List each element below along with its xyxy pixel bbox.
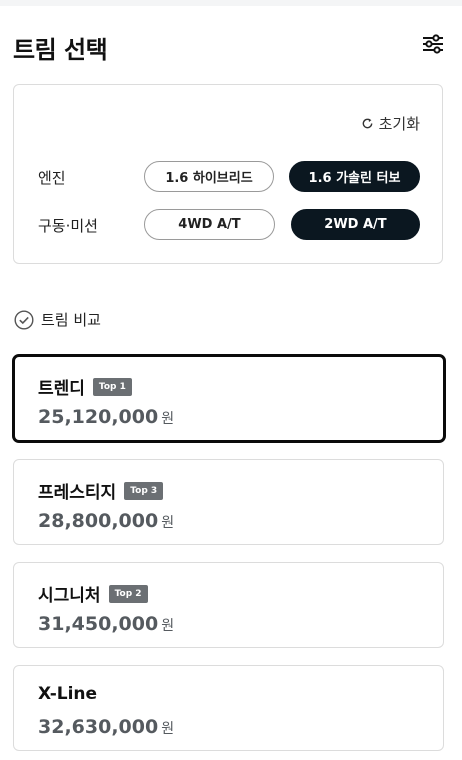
trim-name-row: 트렌디 Top 1 <box>38 374 132 399</box>
drivetrain-option-4wd[interactable]: 4WD A/T <box>144 209 275 240</box>
price-row: 32,630,000 원 <box>38 716 174 738</box>
currency-label: 원 <box>161 411 175 427</box>
trim-name: X-Line <box>38 684 98 704</box>
price-row: 25,120,000 원 <box>38 406 174 428</box>
engine-option-hybrid[interactable]: 1.6 하이브리드 <box>144 161 274 192</box>
trim-card-trendy[interactable]: 트렌디 Top 1 25,120,000 원 <box>12 354 446 443</box>
rank-badge: Top 2 <box>108 584 148 603</box>
trim-name: 트렌디 <box>38 379 85 399</box>
engine-option-gasoline-turbo[interactable]: 1.6 가솔린 터보 <box>289 161 420 192</box>
trim-name-row: X-Line <box>38 684 97 704</box>
trim-name-row: 프레스티지 Top 3 <box>38 478 164 503</box>
drivetrain-option-2wd[interactable]: 2WD A/T <box>291 209 420 240</box>
trim-price: 32,630,000 <box>38 716 159 738</box>
trim-name: 시그니처 <box>38 586 101 606</box>
trim-price: 31,450,000 <box>38 613 159 635</box>
rank-badge: Top 3 <box>124 481 164 500</box>
trim-card-prestige[interactable]: 프레스티지 Top 3 28,800,000 원 <box>13 459 444 545</box>
option-panel: 초기화 엔진 1.6 하이브리드 1.6 가솔린 터보 구동·미션 4WD A/… <box>13 84 443 264</box>
page-header: 트림 선택 <box>13 24 445 64</box>
check-circle-icon <box>14 309 34 330</box>
trim-name-row: 시그니처 Top 2 <box>38 581 148 606</box>
currency-label: 원 <box>161 618 175 634</box>
trim-name: 프레스티지 <box>38 483 117 503</box>
trim-card-x-line[interactable]: X-Line 32,630,000 원 <box>13 665 444 751</box>
trim-card-signature[interactable]: 시그니처 Top 2 31,450,000 원 <box>13 562 444 648</box>
currency-label: 원 <box>161 515 175 531</box>
drivetrain-label: 구동·미션 <box>38 217 98 235</box>
trim-compare-toggle[interactable]: 트림 비교 <box>14 309 101 330</box>
currency-label: 원 <box>161 721 175 737</box>
reset-label: 초기화 <box>378 115 420 133</box>
top-band <box>0 0 462 6</box>
sliders-icon <box>423 34 443 54</box>
refresh-icon <box>362 118 372 129</box>
trim-price: 25,120,000 <box>38 406 159 428</box>
rank-badge: Top 1 <box>92 377 132 396</box>
trim-price: 28,800,000 <box>38 510 159 532</box>
trim-compare-label: 트림 비교 <box>41 311 101 329</box>
filter-button[interactable] <box>421 32 445 56</box>
price-row: 31,450,000 원 <box>38 613 174 635</box>
price-row: 28,800,000 원 <box>38 510 174 532</box>
engine-label: 엔진 <box>38 169 66 187</box>
reset-button[interactable]: 초기화 <box>361 113 420 134</box>
page-title: 트림 선택 <box>13 36 108 64</box>
